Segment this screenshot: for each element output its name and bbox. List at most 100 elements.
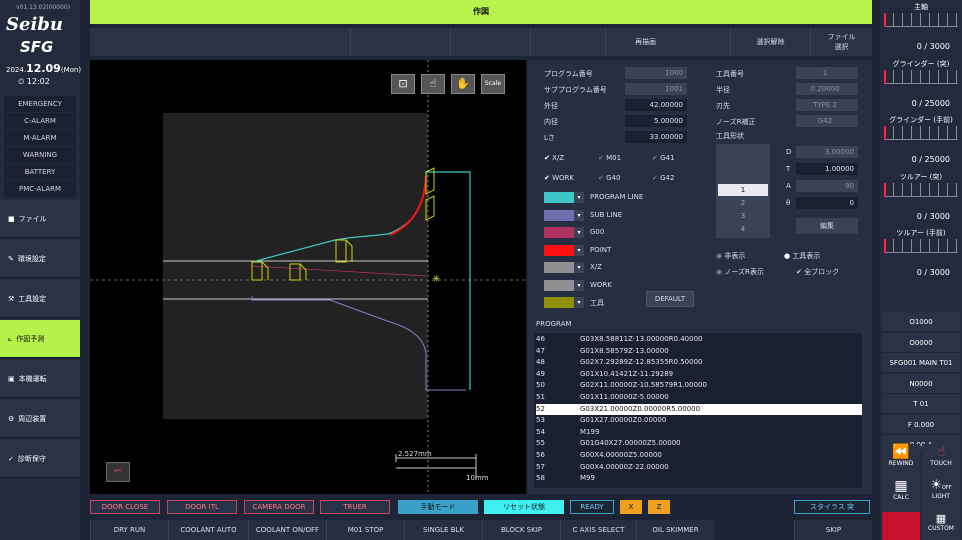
program-line[interactable]: 47 G01X8.58579Z-13.00000: [536, 346, 862, 358]
tool-list-item-2[interactable]: 3: [718, 210, 768, 222]
color-swatch-0[interactable]: [544, 192, 574, 203]
radio-2[interactable]: ◉ ノーズR表示: [716, 267, 764, 277]
tool-param-value-1[interactable]: 0.20000: [796, 83, 858, 95]
program-line[interactable]: 58 M99: [536, 473, 862, 485]
tool-dim-value-1[interactable]: 1.00000: [796, 163, 858, 175]
param-value-0[interactable]: 1000: [625, 67, 687, 79]
chevron-down-icon[interactable]: ▾: [574, 244, 584, 256]
function-button-0[interactable]: DRY RUN: [90, 520, 168, 540]
radio-0[interactable]: ◉ 非表示: [716, 251, 745, 261]
tool-list-item-0[interactable]: 1: [718, 184, 768, 196]
rewind-label: REWIND: [888, 460, 914, 467]
status-button-0[interactable]: DOOR CLOSE: [90, 500, 160, 514]
param-value-3[interactable]: 5.00000: [625, 115, 687, 127]
all-block-check[interactable]: ✔ 全ブロック: [796, 267, 839, 277]
tool-shape-label: 工具形状: [716, 132, 744, 140]
edit-button[interactable]: 編集: [796, 218, 858, 234]
param-value-1[interactable]: 1001: [625, 83, 687, 95]
function-button-4[interactable]: SINGLE BLK: [404, 520, 482, 540]
program-line[interactable]: 52 G03X21.00000Z0.00000R5.00000: [536, 403, 862, 416]
nav-item-1[interactable]: ✎ 環境設定: [0, 240, 80, 278]
light-off-label: OFF: [941, 485, 952, 491]
tool-list-item-1[interactable]: 2: [718, 197, 768, 209]
status-button-3[interactable]: TRUER: [320, 500, 390, 514]
nav-item-4[interactable]: ▣ 本機運転: [0, 360, 80, 398]
check-0[interactable]: ✔ X/Z: [544, 154, 564, 162]
nav-item-0[interactable]: ■ ファイル: [0, 200, 80, 238]
nav-item-6[interactable]: ✓ 診断保守: [0, 440, 80, 478]
program-line[interactable]: 48 G02X7.29289Z-12.85355R0.50000: [536, 357, 862, 369]
deselect-button[interactable]: 選択解除: [730, 28, 810, 56]
rewind-button[interactable]: ⏪ REWIND: [882, 444, 920, 478]
color-swatch-4[interactable]: [544, 262, 574, 273]
function-button-2[interactable]: COOLANT ON/OFF: [248, 520, 326, 540]
check-label-4: G40: [606, 174, 621, 182]
color-swatch-1[interactable]: [544, 209, 574, 221]
redraw-button[interactable]: 再描画: [605, 28, 685, 56]
red-button[interactable]: [882, 512, 920, 540]
radio-label-0: 非表示: [724, 252, 746, 260]
color-swatch-3[interactable]: [544, 244, 574, 256]
function-button-5[interactable]: BLOCK SKIP: [482, 520, 560, 540]
page-title: 作図: [90, 0, 872, 24]
status-button-2[interactable]: CAMERA DOOR: [244, 500, 314, 514]
color-swatch-2[interactable]: [544, 227, 574, 238]
tool-dim-value-2[interactable]: 90: [796, 180, 858, 192]
touch-label: TOUCH: [930, 460, 952, 467]
chevron-down-icon[interactable]: ▾: [574, 279, 584, 291]
radio-1[interactable]: ● 工具表示: [784, 251, 820, 261]
check-2[interactable]: ✔ G41: [652, 154, 674, 162]
program-line[interactable]: 57 G00X4.00000Z-22.00000: [536, 462, 862, 474]
tool-param-value-0[interactable]: 1: [796, 67, 858, 79]
color-swatch-5[interactable]: [544, 279, 574, 291]
tool-param-value-2[interactable]: TYPE 2: [796, 99, 858, 111]
tool-dim-value-0[interactable]: 3.00000: [796, 146, 858, 158]
program-line[interactable]: 54 M199: [536, 427, 862, 439]
default-button[interactable]: DEFAULT: [646, 291, 694, 307]
nav-item-3[interactable]: ⟀ 作図予測: [0, 320, 80, 358]
function-button-8[interactable]: SKIP: [794, 520, 872, 540]
custom-button[interactable]: ▦ CUSTOM: [922, 512, 960, 540]
status-button-1[interactable]: DOOR ITL: [167, 500, 237, 514]
check-3[interactable]: ✔ WORK: [544, 174, 574, 182]
check-5[interactable]: ✔ G42: [652, 174, 674, 182]
param-value-4[interactable]: 33.00000: [625, 131, 687, 143]
chevron-down-icon[interactable]: ▾: [574, 227, 584, 238]
program-line[interactable]: 51 G01X11.00000Z-5.00000: [536, 392, 862, 404]
nav-label: 周辺装置: [18, 415, 47, 423]
chevron-down-icon[interactable]: ▾: [574, 262, 584, 273]
rotate-icon[interactable]: ☝: [421, 74, 445, 94]
program-line[interactable]: 56 G00X4.00000Z5.00000: [536, 450, 862, 462]
tool-dim-value-3[interactable]: 0: [796, 197, 858, 209]
check-4[interactable]: ✔ G40: [598, 174, 620, 182]
program-line[interactable]: 46 G03X8.58811Z-13.00000R0.40000: [536, 334, 862, 346]
fit-icon[interactable]: ⊡: [391, 74, 415, 94]
tool-param-value-3[interactable]: G42: [796, 115, 858, 127]
nav-label: 環境設定: [17, 255, 46, 263]
chevron-down-icon[interactable]: ▾: [574, 192, 584, 203]
chevron-down-icon[interactable]: ▾: [574, 297, 584, 308]
function-button-3[interactable]: M01 STOP: [326, 520, 404, 540]
light-button[interactable]: ☀OFF LIGHT: [922, 478, 960, 512]
chevron-down-icon[interactable]: ▾: [574, 209, 584, 221]
file-select-button[interactable]: ファイル 選択: [810, 28, 872, 56]
drawing-area[interactable]: ✳ 2.527mm 10mm ⊡ ☝ ✋ Scale ⌐: [90, 60, 526, 494]
function-button-1[interactable]: COOLANT AUTO: [168, 520, 248, 540]
tool-list-item-3[interactable]: 4: [718, 223, 768, 235]
check-1[interactable]: ✔ M01: [598, 154, 621, 162]
touch-button[interactable]: ☝ TOUCH: [922, 444, 960, 478]
function-button-6[interactable]: C AXIS SELECT: [560, 520, 636, 540]
axis-icon[interactable]: ⌐: [106, 462, 130, 482]
color-swatch-6[interactable]: [544, 297, 574, 308]
zoom-icon[interactable]: Scale: [481, 74, 505, 94]
program-line[interactable]: 55 G01G40X27.00000Z5.00000: [536, 438, 862, 450]
program-line[interactable]: 49 G01X10.41421Z-11.29289: [536, 369, 862, 381]
pan-icon[interactable]: ✋: [451, 74, 475, 94]
nav-item-5[interactable]: ⚙ 周辺装置: [0, 400, 80, 438]
param-value-2[interactable]: 42.00000: [625, 99, 687, 111]
nav-item-2[interactable]: ⚒ 工具設定: [0, 280, 80, 318]
program-line[interactable]: 53 G01X27.00000Z0.00000: [536, 415, 862, 427]
calc-button[interactable]: ▦ CALC: [882, 478, 920, 512]
function-button-7[interactable]: OIL SKIMMER: [636, 520, 714, 540]
program-line[interactable]: 50 G02X11.00000Z-10.58579R1.00000: [536, 380, 862, 392]
